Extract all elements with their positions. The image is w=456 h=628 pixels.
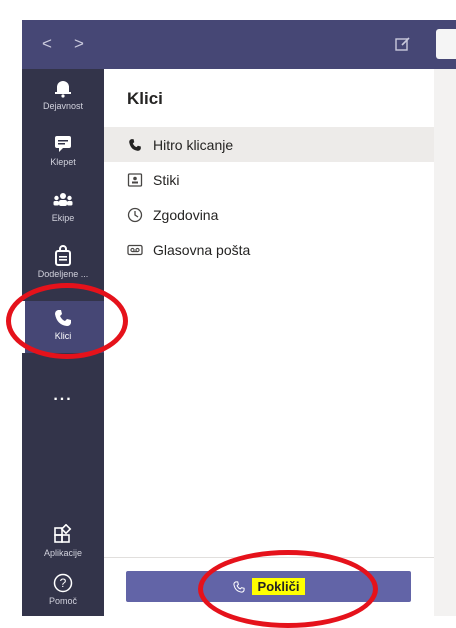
rail-item-chat[interactable]: Klepet <box>22 133 104 185</box>
rail-item-teams[interactable]: Ekipe <box>22 189 104 241</box>
menu-item-voicemail[interactable]: Glasovna pošta <box>104 232 434 267</box>
rail-item-activity[interactable]: Dejavnost <box>22 77 104 129</box>
rail-item-apps[interactable]: Aplikacije <box>22 524 104 576</box>
voicemail-icon <box>127 244 143 255</box>
app-rail: Dejavnost Klepet Ekipe Dodeljene ... Kli… <box>22 69 104 616</box>
call-button-label: Pokliči <box>251 578 306 595</box>
apps-icon <box>54 524 72 543</box>
main-content <box>434 69 456 616</box>
assignments-icon <box>55 245 71 266</box>
calls-menu: Hitro klicanje Stiki Zgodovina Glasovna … <box>104 127 434 267</box>
help-icon: ? <box>53 573 73 593</box>
menu-item-label: Zgodovina <box>153 206 219 223</box>
bell-icon <box>55 81 71 98</box>
phone-icon <box>55 310 71 326</box>
rail-item-label: Klepet <box>50 157 76 167</box>
chat-icon <box>55 136 71 152</box>
rail-item-help[interactable]: ? Pomoč <box>22 572 104 624</box>
divider <box>104 557 434 558</box>
menu-item-label: Glasovna pošta <box>153 241 251 258</box>
call-button[interactable]: Pokliči <box>126 571 411 602</box>
menu-item-history[interactable]: Zgodovina <box>104 197 434 232</box>
menu-item-speed-dial[interactable]: Hitro klicanje <box>104 127 434 162</box>
search-box[interactable] <box>436 29 456 59</box>
rail-item-label: Ekipe <box>51 213 75 223</box>
clock-icon <box>127 207 143 222</box>
teams-window: < > Dejavnost Klepet Ekipe Dodeljene ...… <box>22 20 456 616</box>
back-icon[interactable]: < <box>42 34 52 54</box>
rail-item-calls[interactable]: Klici <box>22 301 104 353</box>
forward-icon[interactable]: > <box>74 34 84 54</box>
menu-item-label: Hitro klicanje <box>153 136 234 153</box>
rail-item-label: Pomoč <box>48 596 77 606</box>
rail-item-assignments[interactable]: Dodeljene ... <box>22 245 104 297</box>
menu-item-label: Stiki <box>153 171 180 188</box>
calls-panel: Klici Hitro klicanje Stiki Zgodovina Gla… <box>104 69 434 616</box>
rail-item-label: Dodeljene ... <box>37 269 89 279</box>
title-bar: < > <box>22 20 456 69</box>
page-title: Klici <box>127 89 163 108</box>
rail-item-label: Klici <box>54 331 72 341</box>
rail-item-label: Dejavnost <box>42 101 84 111</box>
rail-item-label: Aplikacije <box>43 548 83 558</box>
phone-icon <box>129 138 141 151</box>
menu-item-contacts[interactable]: Stiki <box>104 162 434 197</box>
teams-icon <box>53 193 73 206</box>
contact-card-icon <box>127 172 143 187</box>
phone-icon <box>232 580 245 593</box>
svg-text:?: ? <box>60 576 67 590</box>
compose-icon[interactable] <box>394 35 412 53</box>
more-apps-button[interactable]: ... <box>22 387 104 405</box>
